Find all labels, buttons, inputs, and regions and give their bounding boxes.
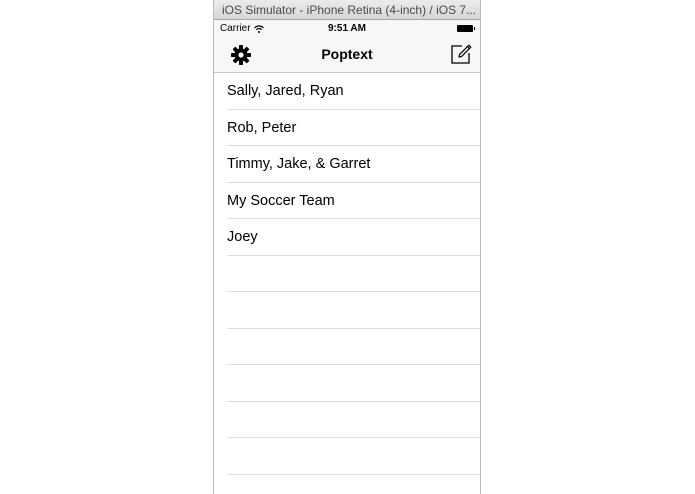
- conversation-row[interactable]: My Soccer Team: [227, 183, 480, 219]
- conversation-list: Sally, Jared, Ryan Rob, Peter Timmy, Jak…: [214, 73, 480, 494]
- conversation-row[interactable]: Rob, Peter: [227, 110, 480, 146]
- empty-row: [227, 365, 480, 402]
- battery-icon: [457, 25, 475, 32]
- empty-row: [227, 256, 480, 292]
- nav-title: Poptext: [321, 46, 373, 62]
- phone-screen: Carrier 9:51 AM Poptext Sally, Jared, Ry…: [214, 20, 480, 494]
- compose-icon: [451, 44, 472, 64]
- empty-row: [227, 475, 480, 494]
- conversation-row[interactable]: Joey: [227, 219, 480, 256]
- compose-button[interactable]: [450, 43, 472, 65]
- empty-row: [227, 402, 480, 438]
- window-title: iOS Simulator - iPhone Retina (4-inch) /…: [214, 0, 480, 20]
- conversation-row[interactable]: Sally, Jared, Ryan: [227, 73, 480, 110]
- simulator-window: iOS Simulator - iPhone Retina (4-inch) /…: [213, 0, 481, 494]
- navigation-bar: Poptext: [214, 37, 480, 73]
- empty-row: [227, 329, 480, 365]
- status-time: 9:51 AM: [328, 23, 366, 34]
- empty-row: [227, 292, 480, 329]
- status-bar: Carrier 9:51 AM: [214, 20, 480, 37]
- empty-row: [227, 438, 480, 475]
- conversation-row[interactable]: Timmy, Jake, & Garret: [227, 146, 480, 183]
